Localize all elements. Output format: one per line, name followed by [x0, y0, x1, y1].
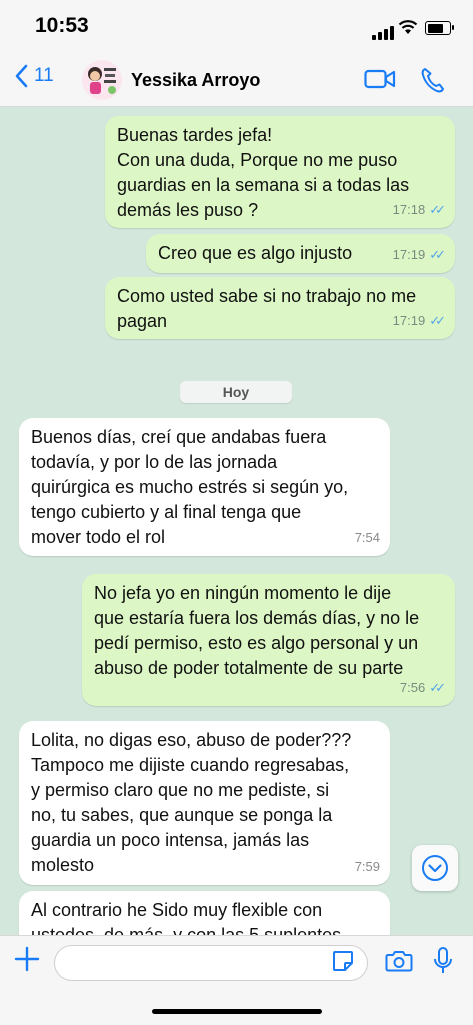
microphone-icon[interactable]	[432, 946, 454, 976]
battery-icon	[425, 21, 454, 35]
message-meta: 17:19 ✓✓	[392, 242, 446, 267]
message-text: Lolita, no digas eso, abuso de poder??? T…	[31, 730, 352, 875]
status-bar: 10:53	[0, 0, 473, 56]
chat-area[interactable]: Buenas tardes jefa! Con una duda, Porque …	[0, 107, 473, 935]
chevron-down-icon	[422, 855, 448, 881]
wifi-icon	[398, 20, 418, 34]
read-ticks-icon: ✓✓	[429, 313, 446, 328]
contact-name[interactable]: Yessika Arroyo	[131, 70, 260, 91]
message-time: 7:59	[354, 859, 380, 874]
message-meta: 17:19 ✓✓	[392, 308, 446, 333]
message-time: 17:19	[392, 247, 426, 262]
back-button[interactable]: 11	[14, 64, 54, 88]
camera-icon[interactable]	[385, 949, 413, 973]
message-bubble[interactable]: Lolita, no digas eso, abuso de poder??? T…	[19, 721, 390, 885]
message-bubble[interactable]: Buenos días, creí que andabas fuera todav…	[19, 418, 390, 556]
read-ticks-icon: ✓✓	[429, 680, 446, 695]
message-bubble[interactable]: Al contrario he Sido muy flexible con ust…	[19, 891, 390, 935]
message-bubble[interactable]: Como usted sabe si no trabajo no me pagan…	[105, 277, 455, 339]
phone-icon[interactable]	[420, 66, 446, 94]
message-input[interactable]	[54, 945, 368, 981]
scroll-to-bottom-button[interactable]	[412, 845, 458, 891]
message-meta: 17:18 ✓✓	[392, 197, 446, 222]
message-meta: 7:56 ✓✓	[399, 675, 446, 700]
message-meta: 7:54	[355, 525, 380, 550]
cellular-signal-icon	[372, 22, 396, 40]
clock: 10:53	[35, 14, 89, 37]
unread-count: 11	[34, 65, 54, 86]
read-ticks-icon: ✓✓	[429, 202, 446, 217]
message-bubble[interactable]: Creo que es algo injusto 17:19 ✓✓	[146, 234, 455, 273]
avatar[interactable]	[82, 60, 122, 100]
input-bar	[0, 935, 473, 1025]
message-time: 17:18	[392, 202, 426, 217]
message-bubble[interactable]: No jefa yo en ningún momento le dije que …	[82, 574, 455, 706]
message-time: 17:19	[392, 313, 426, 328]
message-text: Buenos días, creí que andabas fuera todav…	[31, 427, 349, 547]
video-camera-icon[interactable]	[364, 68, 396, 90]
sticker-icon[interactable]	[331, 949, 355, 973]
message-meta: 7:59	[355, 854, 380, 879]
read-ticks-icon: ✓✓	[429, 247, 446, 262]
chevron-left-icon	[15, 64, 28, 88]
day-separator: Hoy	[180, 381, 292, 403]
home-indicator	[152, 1009, 322, 1014]
message-time: 7:56	[399, 680, 426, 695]
message-bubble[interactable]: Buenas tardes jefa! Con una duda, Porque …	[105, 116, 455, 228]
message-text: Al contrario he Sido muy flexible con ust…	[31, 900, 342, 935]
chat-header: 11 Yessika Arroyo	[0, 56, 473, 107]
message-time: 7:54	[354, 530, 380, 545]
plus-icon[interactable]	[12, 944, 42, 974]
message-text: No jefa yo en ningún momento le dije que …	[94, 583, 420, 678]
